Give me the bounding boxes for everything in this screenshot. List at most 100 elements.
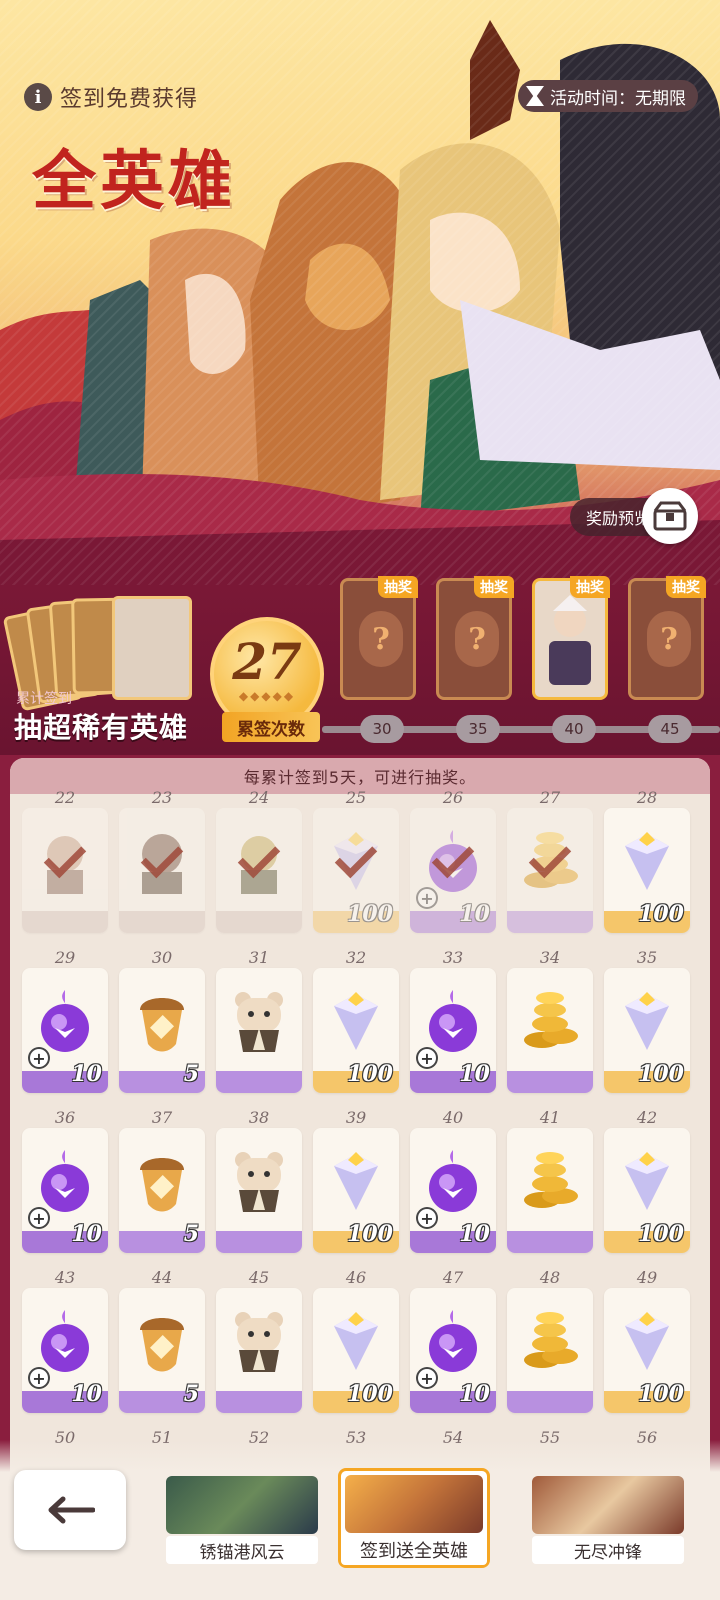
day-cell[interactable]: 48: [507, 1268, 593, 1418]
day-cell[interactable]: 22: [22, 788, 108, 938]
day-cell[interactable]: 31: [216, 948, 302, 1098]
day-cell[interactable]: 47 +10: [410, 1268, 496, 1418]
bear-icon: [229, 1308, 289, 1376]
acorn-icon: [132, 1148, 192, 1216]
info-row[interactable]: i 签到免费获得: [24, 82, 198, 112]
reward-base: [22, 911, 108, 933]
reward-card: +10: [22, 968, 108, 1093]
tab-label: 无尽冲锋: [532, 1536, 684, 1564]
diamond-icon: [617, 1308, 677, 1376]
reward-card: 100: [604, 968, 690, 1093]
diamond-icon: [326, 1148, 386, 1216]
day-cell[interactable]: 23: [119, 788, 205, 938]
day-cell[interactable]: 29 +10: [22, 948, 108, 1098]
day-cell[interactable]: 25 100: [313, 788, 399, 938]
reward-quantity: 5: [183, 1061, 199, 1087]
reward-card: +10: [22, 1288, 108, 1413]
info-text: 签到免费获得: [60, 87, 199, 112]
puzzle-icon: +: [416, 1047, 438, 1069]
reward-base: [216, 1071, 302, 1093]
back-button[interactable]: [14, 1470, 126, 1550]
diamond-icon: [326, 1308, 386, 1376]
reward-quantity: 10: [71, 1061, 102, 1087]
reward-base: [216, 1231, 302, 1253]
reward-card: 100: [604, 1288, 690, 1413]
day-number: 43: [54, 1268, 76, 1287]
day-cell[interactable]: 27: [507, 788, 593, 938]
puzzle-icon: +: [416, 1207, 438, 1229]
reward-quantity: 100: [347, 1381, 393, 1407]
reward-card: 5: [119, 1128, 205, 1253]
prize-card-45[interactable]: ? 抽奖: [628, 576, 706, 700]
reward-quantity: 10: [459, 901, 490, 927]
reward-base: [119, 911, 205, 933]
reward-preview-button[interactable]: 奖励预览: [569, 488, 698, 544]
reward-card: [507, 1288, 593, 1413]
day-cell[interactable]: 44 5: [119, 1268, 205, 1418]
coins-icon: [520, 988, 580, 1056]
question-icon: ?: [455, 611, 499, 667]
day-cell[interactable]: 49 100: [604, 1268, 690, 1418]
reward-quantity: 10: [459, 1221, 490, 1247]
day-cell[interactable]: 46 100: [313, 1268, 399, 1418]
acorn-icon: [132, 1308, 192, 1376]
day-cell[interactable]: 39 100: [313, 1108, 399, 1258]
day-cell[interactable]: 37 5: [119, 1108, 205, 1258]
reward-card: +10: [410, 968, 496, 1093]
count-dots: ◆◆◆◆◆: [238, 688, 296, 703]
orb-icon: [423, 1148, 483, 1216]
day-number: 25: [345, 788, 367, 807]
prize-card-40[interactable]: 抽奖: [532, 576, 610, 700]
day-number: 27: [539, 788, 561, 807]
reward-quantity: 100: [638, 1061, 684, 1087]
tab-signin-heroes[interactable]: 签到送全英雄: [338, 1468, 490, 1568]
tab-rusty-anchor[interactable]: 锈锚港风云: [166, 1476, 318, 1566]
day-cell[interactable]: 38: [216, 1108, 302, 1258]
day-cell[interactable]: 45: [216, 1268, 302, 1418]
day-number: 34: [539, 948, 561, 967]
tab-thumbnail: [345, 1475, 483, 1533]
draw-tag: 抽奖: [570, 576, 610, 598]
day-number: 49: [636, 1268, 658, 1287]
day-cell[interactable]: 30 5: [119, 948, 205, 1098]
reward-quantity: 100: [638, 1381, 684, 1407]
reward-card: [507, 968, 593, 1093]
day-cell[interactable]: 26 +10: [410, 788, 496, 938]
puzzle-icon: +: [416, 1367, 438, 1389]
day-number: 44: [151, 1268, 173, 1287]
diamond-icon: [617, 1148, 677, 1216]
day-cell[interactable]: 35 100: [604, 948, 690, 1098]
day-cell[interactable]: 32 100: [313, 948, 399, 1098]
coins-icon: [520, 1308, 580, 1376]
day-number: 42: [636, 1108, 658, 1127]
day-cell[interactable]: 36 +10: [22, 1108, 108, 1258]
draw-tag: 抽奖: [378, 576, 418, 598]
day-number: 37: [151, 1108, 173, 1127]
day-cell[interactable]: 33 +10: [410, 948, 496, 1098]
day-cell[interactable]: 24: [216, 788, 302, 938]
diamond-icon: [326, 988, 386, 1056]
back-arrow-icon: [48, 1496, 95, 1524]
reward-quantity: 100: [638, 901, 684, 927]
prize-card-35[interactable]: ? 抽奖: [436, 576, 514, 700]
activity-time-text: 活动时间：无期限: [550, 88, 686, 109]
diamond-icon: [617, 988, 677, 1056]
day-cell[interactable]: 41: [507, 1108, 593, 1258]
hourglass-icon: [526, 86, 544, 106]
reward-card: [216, 1288, 302, 1413]
treasure-chest-icon[interactable]: [642, 488, 698, 544]
day-cell[interactable]: 40 +10: [410, 1108, 496, 1258]
day-cell[interactable]: 42 100: [604, 1108, 690, 1258]
signin-count: 27: [232, 631, 302, 691]
day-cell[interactable]: 34: [507, 948, 593, 1098]
orb-icon: [423, 1308, 483, 1376]
tab-endless-charge[interactable]: 无尽冲锋: [532, 1476, 684, 1566]
prize-card-30[interactable]: ? 抽奖: [340, 576, 418, 700]
puzzle-icon: +: [28, 1047, 50, 1069]
day-cell[interactable]: 28 100: [604, 788, 690, 938]
reward-base: [507, 911, 593, 933]
hero-portrait-icon: [549, 595, 591, 685]
day-cell[interactable]: 43 +10: [22, 1268, 108, 1418]
info-icon[interactable]: i: [24, 83, 52, 111]
reward-card: 5: [119, 1288, 205, 1413]
